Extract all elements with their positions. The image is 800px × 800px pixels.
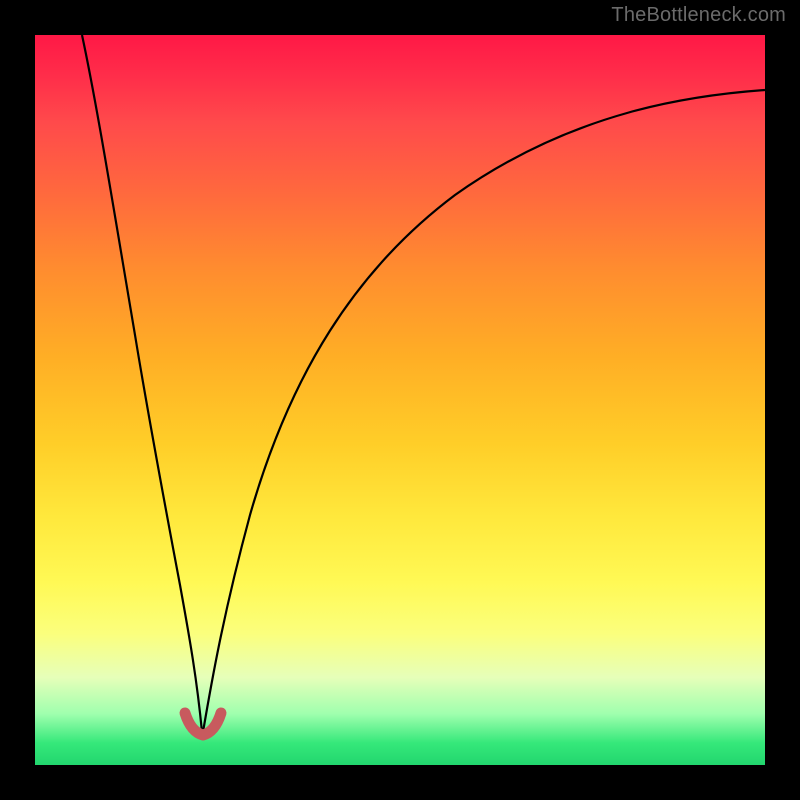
min-notch-accent bbox=[185, 713, 221, 735]
left-branch-curve bbox=[82, 35, 202, 732]
chart-frame: TheBottleneck.com bbox=[0, 0, 800, 800]
watermark-text: TheBottleneck.com bbox=[611, 4, 786, 27]
right-branch-curve bbox=[203, 90, 765, 732]
curve-layer bbox=[35, 35, 765, 765]
plot-area bbox=[35, 35, 765, 765]
